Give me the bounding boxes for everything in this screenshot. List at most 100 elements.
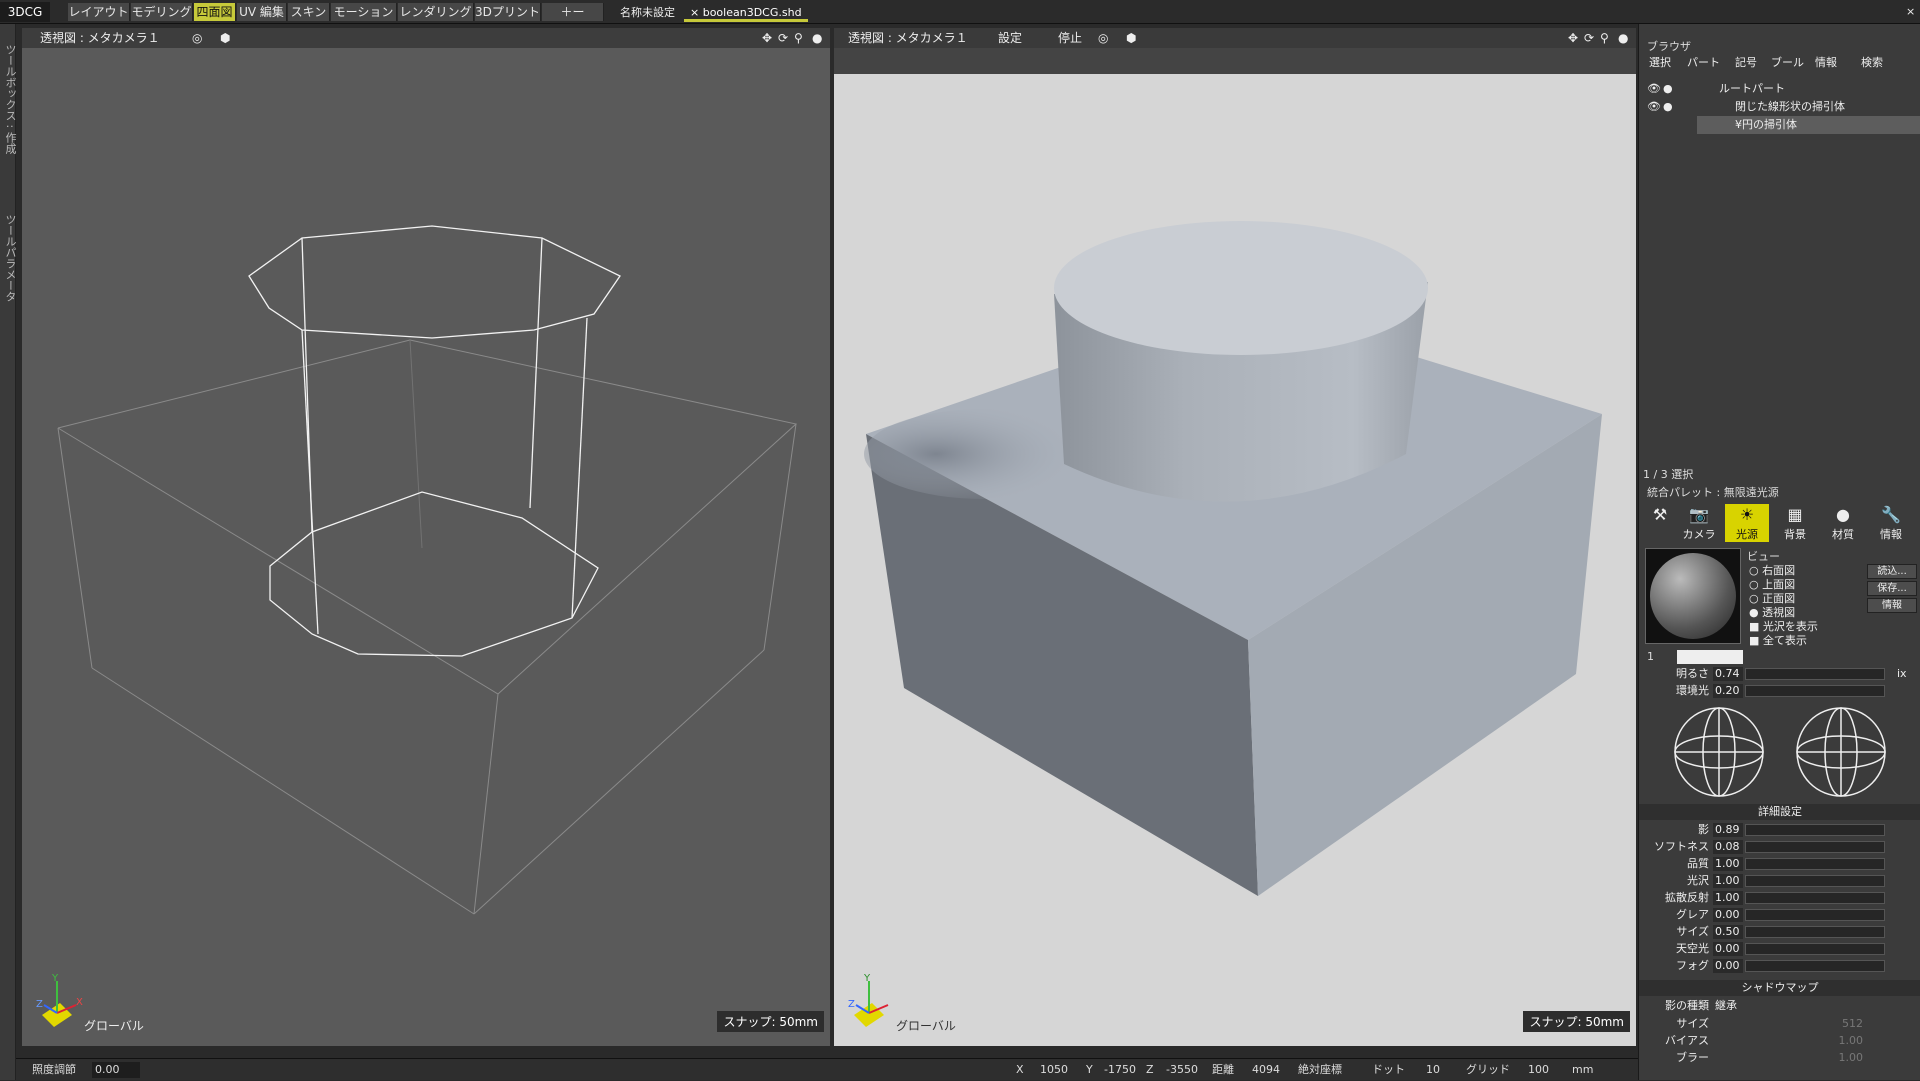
rotate-icon[interactable]: ⟳: [778, 28, 788, 48]
fit-icon[interactable]: ●: [1618, 28, 1628, 48]
save-button[interactable]: 保存...: [1867, 581, 1917, 596]
coord-mode-label[interactable]: グローバル: [896, 1017, 956, 1034]
detail-slider[interactable]: [1745, 875, 1885, 887]
target-icon[interactable]: ◎: [1098, 28, 1108, 48]
cube-icon[interactable]: ⬢: [220, 28, 230, 48]
snap-indicator[interactable]: スナップ: 50mm: [1523, 1011, 1630, 1032]
info-button[interactable]: 🔧 情報: [1869, 504, 1913, 542]
absolute-coord-toggle[interactable]: 絶対座標: [1298, 1059, 1342, 1081]
doc-tab-boolean[interactable]: × boolean3DCG.shd: [684, 4, 808, 22]
detail-slider[interactable]: [1745, 960, 1885, 972]
detail-slider[interactable]: [1745, 926, 1885, 938]
detail-slider[interactable]: [1745, 943, 1885, 955]
tab-part[interactable]: パート: [1687, 54, 1720, 70]
dot-label: ドット: [1372, 1063, 1405, 1076]
light-preview[interactable]: [1645, 548, 1741, 644]
grid-value[interactable]: 100: [1528, 1059, 1549, 1081]
tab-search[interactable]: 検索: [1861, 54, 1883, 70]
detail-slider[interactable]: [1745, 841, 1885, 853]
tab-rendering[interactable]: レンダリング: [398, 3, 474, 21]
light-direction-sphere-1[interactable]: [1673, 706, 1765, 798]
detail-slider[interactable]: [1745, 892, 1885, 904]
shadow-row: ブラー 1.00: [1639, 1050, 1920, 1066]
dot-value[interactable]: 10: [1426, 1059, 1440, 1081]
snap-indicator[interactable]: スナップ: 50mm: [717, 1011, 824, 1032]
tree-item-sweep-line[interactable]: 👁 ● 閉じた線形状の掃引体: [1639, 98, 1920, 116]
rotate-icon[interactable]: ⟳: [1584, 28, 1594, 48]
show-all-checkbox[interactable]: ■ 全て表示: [1749, 632, 1807, 648]
tab-layout[interactable]: レイアウト: [68, 3, 130, 21]
tab-skin[interactable]: スキン: [288, 3, 330, 21]
illuminance-input[interactable]: 0.00: [92, 1062, 140, 1078]
detail-value[interactable]: 0.89: [1713, 823, 1743, 837]
detail-value[interactable]: 0.00: [1713, 908, 1743, 922]
browser-title[interactable]: ブラウザ: [1647, 38, 1691, 54]
info-small-button[interactable]: 情報: [1867, 598, 1917, 613]
tab-add-remove[interactable]: ＋ー: [542, 3, 604, 21]
detail-slider[interactable]: [1745, 909, 1885, 921]
material-button[interactable]: ● 材質: [1821, 504, 1865, 542]
tree-item-sweep-circle[interactable]: ¥円の掃引体: [1697, 116, 1920, 134]
detail-value[interactable]: 0.00: [1713, 942, 1743, 956]
viewport-rendered[interactable]: 透視図 : メタカメラ１ 設定 停止 ◎ ⬢ ✥ ⟳ ⚲ ● Y Z グローバル…: [834, 28, 1636, 1046]
tool-icon[interactable]: ⚒: [1645, 504, 1675, 542]
light-button[interactable]: ☀ 光源: [1725, 504, 1769, 542]
background-button[interactable]: ▦ 背景: [1773, 504, 1817, 542]
visibility-dot-icon[interactable]: ●: [1663, 80, 1673, 98]
palette-title[interactable]: 統合パレット : 無限遠光源: [1647, 484, 1779, 500]
cylinder-top: [1054, 221, 1428, 355]
pan-icon[interactable]: ✥: [762, 28, 772, 48]
zoom-icon[interactable]: ⚲: [1600, 28, 1609, 48]
detail-value[interactable]: 0.00: [1713, 959, 1743, 973]
doc-tab-untitled[interactable]: 名称未設定: [620, 4, 675, 22]
shadowmap-header[interactable]: シャドウマップ: [1639, 980, 1920, 996]
detail-value[interactable]: 1.00: [1713, 857, 1743, 871]
visibility-dot-icon[interactable]: ●: [1663, 98, 1673, 116]
tab-uv-edit[interactable]: UV 編集: [237, 3, 287, 21]
detail-slider[interactable]: [1745, 858, 1885, 870]
tool-parameter-label[interactable]: ツールパラメータ: [2, 214, 18, 302]
light-index[interactable]: 1: [1647, 650, 1654, 663]
cube-icon[interactable]: ⬢: [1126, 28, 1136, 48]
shadow-value[interactable]: 512: [1713, 1017, 1863, 1031]
brightness-slider[interactable]: [1745, 668, 1885, 680]
shadow-row: サイズ 512: [1639, 1016, 1920, 1032]
shadow-value[interactable]: 1.00: [1713, 1051, 1863, 1065]
fit-icon[interactable]: ●: [812, 28, 822, 48]
detail-value[interactable]: 0.50: [1713, 925, 1743, 939]
pan-icon[interactable]: ✥: [1568, 28, 1578, 48]
tree-item-root[interactable]: 👁 ● ルートパート: [1639, 80, 1920, 98]
detail-slider[interactable]: [1745, 824, 1885, 836]
detail-settings-header[interactable]: 詳細設定: [1639, 804, 1920, 820]
close-window-icon[interactable]: ×: [1906, 3, 1915, 21]
tab-motion[interactable]: モーション: [331, 3, 397, 21]
coord-mode-label[interactable]: グローバル: [84, 1017, 144, 1034]
camera-button[interactable]: 📷 カメラ: [1677, 504, 1721, 542]
load-button[interactable]: 読込...: [1867, 564, 1917, 579]
target-icon[interactable]: ◎: [192, 28, 202, 48]
ambient-slider[interactable]: [1745, 685, 1885, 697]
tab-boolean[interactable]: ブール: [1771, 54, 1804, 70]
unit-select[interactable]: mm: [1572, 1059, 1593, 1081]
detail-value[interactable]: 1.00: [1713, 874, 1743, 888]
detail-value[interactable]: 1.00: [1713, 891, 1743, 905]
tab-select[interactable]: 選択: [1649, 54, 1671, 70]
tab-four-view[interactable]: 四面図: [194, 3, 236, 21]
viewport-wireframe[interactable]: 透視図 : メタカメラ１ ◎ ⬢ ✥ ⟳ ⚲ ● Y Z X グローバル スナッ…: [22, 28, 830, 1046]
tab-symbol[interactable]: 記号: [1735, 54, 1757, 70]
settings-menu[interactable]: 設定: [998, 28, 1022, 48]
viewport-title[interactable]: 透視図 : メタカメラ１: [848, 28, 968, 48]
stop-button[interactable]: 停止: [1058, 28, 1082, 48]
eye-icon[interactable]: 👁: [1647, 98, 1661, 116]
detail-value[interactable]: 0.08: [1713, 840, 1743, 854]
light-color-swatch[interactable]: [1677, 650, 1743, 664]
tab-info[interactable]: 情報: [1815, 54, 1837, 70]
tab-modeling[interactable]: モデリング: [131, 3, 193, 21]
eye-icon[interactable]: 👁: [1647, 80, 1661, 98]
toolbox-label[interactable]: ツールボックス : 作成: [2, 44, 18, 154]
shadow-value[interactable]: 1.00: [1713, 1034, 1863, 1048]
zoom-icon[interactable]: ⚲: [794, 28, 803, 48]
light-direction-sphere-2[interactable]: [1795, 706, 1887, 798]
tab-3dprint[interactable]: 3Dプリント: [475, 3, 541, 21]
viewport-title[interactable]: 透視図 : メタカメラ１: [40, 28, 160, 48]
